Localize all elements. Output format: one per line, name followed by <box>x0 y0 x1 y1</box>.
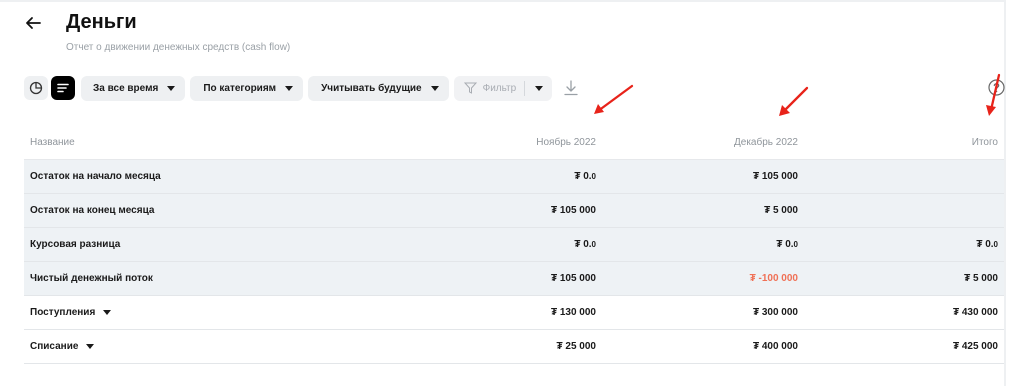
cell-dec: ₮ 5 000 <box>764 205 798 216</box>
annotation-arrow <box>986 73 1001 116</box>
table-row[interactable]: Списание ₮ 25 000 ₮ 400 000 ₮ 425 000 <box>24 330 1004 364</box>
table-row[interactable]: Остаток на конец месяца ₮ 105 000 ₮ 5 00… <box>24 194 1004 228</box>
period-dropdown-label: За все время <box>93 82 159 94</box>
table-view-button[interactable] <box>51 76 75 100</box>
table-row[interactable]: Остаток на начало месяца ₮ 0.0 ₮ 105 000 <box>24 160 1004 194</box>
filter-dropdown-toggle[interactable] <box>525 76 552 101</box>
table-header: Название Ноябрь 2022 Декабрь 2022 Итого <box>24 126 1004 160</box>
column-header-nov: Ноябрь 2022 <box>536 137 596 148</box>
column-header-total: Итого <box>971 137 998 148</box>
annotation-arrow <box>779 86 809 116</box>
expand-chevron-icon[interactable] <box>103 310 112 315</box>
filter-button[interactable]: Фильтр <box>454 76 525 101</box>
cell-nov: ₮ 25 000 <box>556 341 596 352</box>
future-dropdown-label: Учитывать будущие <box>321 82 422 94</box>
chevron-down-icon <box>167 85 176 91</box>
row-name-cell: Списание <box>24 341 394 352</box>
row-name: Остаток на начало месяца <box>30 171 161 182</box>
cell-dec: ₮ 400 000 <box>752 341 798 352</box>
grouping-dropdown-label: По категориям <box>203 82 277 94</box>
list-icon <box>57 83 69 93</box>
grouping-dropdown[interactable]: По категориям <box>190 75 304 101</box>
cell-nov: ₮ 105 000 <box>550 205 596 216</box>
table-row[interactable]: Поступления ₮ 130 000 ₮ 300 000 ₮ 430 00… <box>24 296 1004 330</box>
cell-nov: ₮ 0.0 <box>574 239 596 250</box>
row-name: Чистый денежный поток <box>30 273 153 284</box>
filter-control: Фильтр <box>453 75 553 101</box>
toolbar: За все время По категориям Учитывать буд… <box>24 75 580 101</box>
back-arrow-icon[interactable] <box>24 14 42 32</box>
cell-nov: ₮ 105 000 <box>550 273 596 284</box>
page-subtitle: Отчет о движении денежных средств (cash … <box>66 42 291 53</box>
pie-chart-icon <box>29 81 43 95</box>
chevron-down-icon <box>535 85 544 91</box>
table-row[interactable]: Чистый денежный поток ₮ 105 000 ₮ -100 0… <box>24 262 1004 296</box>
cell-nov: ₮ 0.0 <box>574 171 596 182</box>
page-title: Деньги <box>66 11 137 33</box>
future-dropdown[interactable]: Учитывать будущие <box>308 75 449 101</box>
right-divider <box>1004 0 1006 386</box>
row-name: Поступления <box>30 307 96 318</box>
cell-dec: ₮ -100 000 <box>749 273 798 284</box>
column-header-name: Название <box>30 137 75 148</box>
cell-total: ₮ 430 000 <box>952 307 998 318</box>
cell-total: ₮ 425 000 <box>952 341 998 352</box>
cell-dec: ₮ 300 000 <box>752 307 798 318</box>
annotation-arrow <box>594 84 634 114</box>
cell-total: ₮ 5 000 <box>964 273 998 284</box>
filter-label: Фильтр <box>482 82 517 94</box>
top-divider <box>0 0 1004 2</box>
row-name: Курсовая разница <box>30 239 121 250</box>
chart-view-button[interactable] <box>24 76 48 100</box>
chevron-down-icon <box>430 85 439 91</box>
cashflow-table: Название Ноябрь 2022 Декабрь 2022 Итого … <box>24 126 1004 364</box>
expand-chevron-icon[interactable] <box>86 344 95 349</box>
row-name: Списание <box>30 341 79 352</box>
row-name-cell: Поступления <box>24 307 394 318</box>
cell-dec: ₮ 105 000 <box>752 171 798 182</box>
download-icon[interactable] <box>562 79 580 97</box>
column-header-dec: Декабрь 2022 <box>733 137 798 148</box>
period-dropdown[interactable]: За все время <box>81 75 186 101</box>
cell-dec: ₮ 0.0 <box>776 239 798 250</box>
table-row[interactable]: Курсовая разница ₮ 0.0 ₮ 0.0 ₮ 0.0 <box>24 228 1004 262</box>
filter-icon <box>463 82 477 94</box>
cell-total: ₮ 0.0 <box>976 239 998 250</box>
chevron-down-icon <box>285 85 294 91</box>
cell-nov: ₮ 130 000 <box>550 307 596 318</box>
row-name: Остаток на конец месяца <box>30 205 155 216</box>
